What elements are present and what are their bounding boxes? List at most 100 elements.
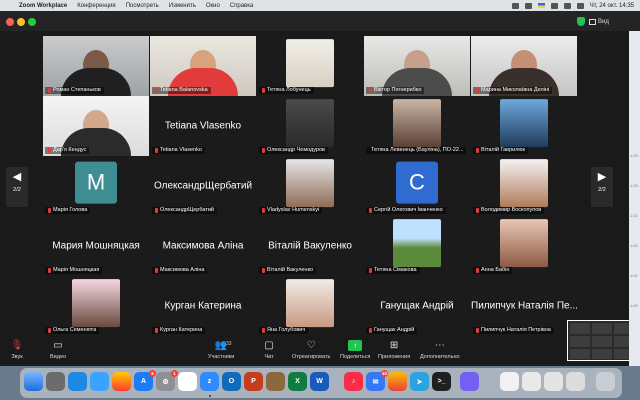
launchpad-icon[interactable] — [46, 372, 65, 391]
video-tile[interactable]: Максимова Аліна Максимова Аліна — [150, 216, 256, 276]
search-icon[interactable] — [563, 2, 571, 9]
settings-icon[interactable]: ⚙ 1 — [156, 370, 178, 391]
clock[interactable]: Чт, 24 окт. 14:35 — [590, 3, 634, 9]
archive-icon[interactable] — [266, 372, 285, 391]
video-tile[interactable]: Анна Бабін — [471, 216, 577, 276]
video-tile[interactable]: ОлександрЩербатий ОлександрЩербатий — [150, 156, 256, 216]
participants-button[interactable]: 👥 33 Участники — [208, 340, 234, 360]
finder-icon[interactable] — [24, 372, 43, 391]
video-tile[interactable]: Роман Степаньков — [43, 36, 149, 96]
video-tile[interactable]: Тетяна Сімакова — [364, 216, 470, 276]
muted-mic-icon: 🎙 — [10, 340, 24, 351]
audio-button[interactable]: 🎙 Звук — [10, 340, 24, 360]
share-label: Поделиться — [340, 354, 371, 360]
document-icon[interactable] — [544, 372, 563, 391]
menu-view[interactable]: Посмотреть — [126, 3, 159, 9]
video-tile[interactable]: Tetiana Balanovska — [150, 36, 256, 96]
previous-page-button[interactable]: ◀ 2/2 — [6, 167, 28, 207]
music-icon[interactable]: ♪ — [344, 372, 363, 391]
participant-name: Віталій Гаврилюк — [473, 147, 528, 154]
video-tile[interactable]: Tetiana Vlasenko Tetiana Vlasenko — [150, 96, 256, 156]
menu-conference[interactable]: Конференция — [77, 3, 115, 9]
participant-name: Володимир Воскопупов — [473, 207, 545, 214]
keyboard-layout-icon[interactable] — [537, 3, 545, 8]
video-tile[interactable]: Vladyslav Humenskyi — [257, 156, 363, 216]
viber-icon[interactable] — [460, 372, 479, 391]
wifi-icon[interactable] — [550, 2, 558, 9]
thumb-cell — [570, 336, 590, 347]
video-tile[interactable]: Дар'я Кендус — [43, 96, 149, 156]
sync-icon[interactable] — [524, 2, 532, 9]
view-button[interactable]: Вид — [589, 16, 609, 27]
word-icon[interactable]: W — [310, 372, 329, 391]
minimize-window-button[interactable] — [17, 18, 25, 26]
participant-name: Ольга Семенюта — [45, 327, 100, 334]
floating-thumbnail[interactable] — [567, 320, 635, 361]
close-window-button[interactable] — [6, 18, 14, 26]
video-tile[interactable]: С Сергій Олегович Іванченко — [364, 156, 470, 216]
video-tile[interactable]: Віталій Гаврилюк — [471, 96, 577, 156]
video-tile[interactable]: Ольга Семенюта — [43, 276, 149, 336]
participant-display-name: Ганущак Андрій — [380, 300, 454, 312]
video-tile[interactable]: Курган Катерина Курган Катерина — [150, 276, 256, 336]
react-button[interactable]: ♡ Отреагировать — [292, 340, 330, 360]
participant-name: Tetiana Balanovska — [152, 87, 211, 94]
appstore-icon[interactable]: A6 — [134, 370, 156, 391]
video-tile[interactable]: Марина Миколаївна Деліні — [471, 36, 577, 96]
zoom-status-icon[interactable] — [511, 2, 519, 9]
trash-icon[interactable] — [596, 372, 615, 391]
safari-icon[interactable] — [68, 372, 87, 391]
video-tile[interactable]: Віктор Погнерибко — [364, 36, 470, 96]
fullscreen-window-button[interactable] — [28, 18, 36, 26]
control-center-icon[interactable] — [576, 2, 584, 9]
video-tile[interactable]: Яна Голубович — [257, 276, 363, 336]
zoom-title-bar: Вид — [0, 11, 640, 31]
messages-icon[interactable] — [90, 372, 109, 391]
muted-mic-icon — [476, 268, 479, 273]
video-tile[interactable]: Ганущак Андрій Ганущак Андрій — [364, 276, 470, 336]
video-tile[interactable]: Тетяна Лобунець — [257, 36, 363, 96]
reminders-icon[interactable] — [178, 372, 197, 391]
apps-button[interactable]: ⊞ Приложения — [378, 340, 410, 360]
share-button[interactable]: ↑ Поделиться — [340, 340, 370, 360]
video-tile[interactable]: Олександр Чемодуров — [257, 96, 363, 156]
video-tile[interactable]: М Марія Голова — [43, 156, 149, 216]
macos-dock: A6 ⚙ 1 z O P X W ♪ ✉ 40 ➤ >_ — [20, 368, 622, 398]
page-indicator-right: 2/2 — [598, 187, 606, 193]
outlook-icon[interactable]: O — [222, 372, 241, 391]
muted-mic-icon — [48, 88, 51, 93]
participant-display-name: Максимова Аліна — [162, 240, 244, 252]
chat-button[interactable]: ▢ Чат — [262, 340, 276, 360]
photos-icon[interactable] — [112, 372, 131, 391]
video-button[interactable]: ▭ Видео — [50, 340, 66, 360]
document-icon[interactable] — [500, 372, 519, 391]
menu-edit[interactable]: Изменить — [169, 3, 196, 9]
chrome-icon[interactable] — [388, 372, 407, 391]
participant-photo — [286, 159, 334, 208]
video-tile[interactable]: Віталій Вакуленко Віталій Вакуленко — [257, 216, 363, 276]
telegram-icon[interactable]: ➤ — [410, 372, 429, 391]
video-tile[interactable]: Пилипчук Наталія Пе... Пилипчук Наталія … — [471, 276, 577, 336]
menu-window[interactable]: Окно — [206, 3, 220, 9]
more-icon: ⋯ — [434, 340, 445, 351]
next-page-button[interactable]: ▶ 2/2 — [591, 167, 613, 207]
video-tile[interactable]: Володимир Воскопупов — [471, 156, 577, 216]
document-icon[interactable] — [522, 372, 541, 391]
powerpoint-icon[interactable]: P — [244, 372, 263, 391]
muted-mic-icon — [48, 328, 51, 333]
video-tile[interactable]: Тетяна Левенець (Бауліна), ПО-22... — [364, 96, 470, 156]
terminal-icon[interactable]: >_ — [432, 372, 451, 391]
excel-icon[interactable]: X — [288, 372, 307, 391]
muted-mic-icon — [155, 88, 158, 93]
menu-app-name[interactable]: Zoom Workplace — [19, 3, 67, 9]
participants-count: 33 — [226, 341, 232, 347]
more-button[interactable]: ⋯ Дополнительно — [420, 340, 460, 360]
macos-menu-bar: Zoom Workplace Конференция Посмотреть Из… — [0, 0, 640, 11]
mail-icon[interactable]: ✉ 40 — [366, 370, 388, 391]
document-icon[interactable] — [566, 372, 585, 391]
zoom-icon[interactable]: z — [200, 372, 219, 391]
participant-name: Максимова Аліна — [152, 267, 208, 274]
video-tile[interactable]: Мария Мошняцкая Марія Мошняцкая — [43, 216, 149, 276]
menu-help[interactable]: Справка — [230, 3, 254, 9]
security-shield-icon[interactable] — [577, 17, 585, 26]
